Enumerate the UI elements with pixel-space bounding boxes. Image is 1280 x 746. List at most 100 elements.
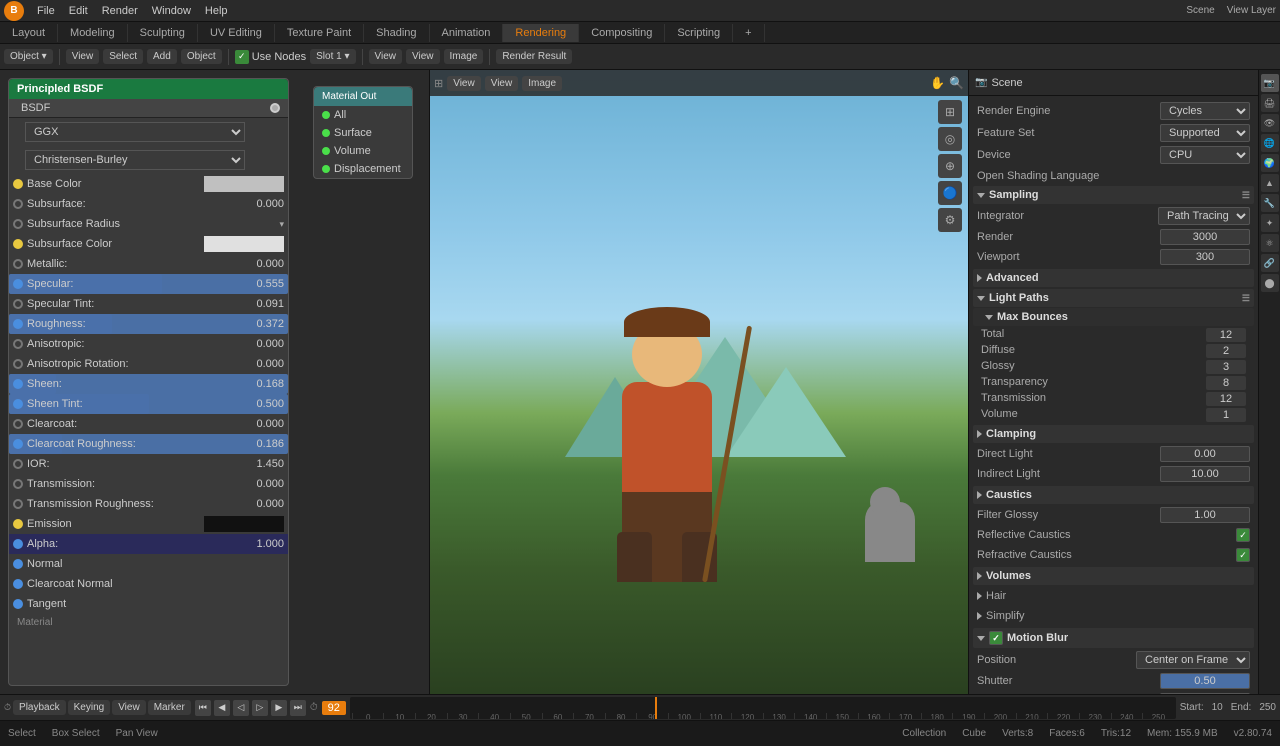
- rolling-shutter-select[interactable]: None: [1160, 693, 1250, 694]
- bounces-volume-value[interactable]: 1: [1206, 408, 1246, 422]
- play-back-btn[interactable]: ◁: [233, 700, 249, 716]
- tab-layout[interactable]: Layout: [0, 24, 58, 42]
- keying-menu[interactable]: Keying: [68, 700, 111, 715]
- render-engine-select[interactable]: Cycles: [1160, 102, 1250, 120]
- bounces-total-value[interactable]: 12: [1206, 328, 1246, 342]
- menu-edit[interactable]: Edit: [62, 3, 95, 19]
- constraint-props-icon-btn[interactable]: 🔗: [1261, 254, 1279, 272]
- viewport-samples-input[interactable]: 300: [1160, 249, 1250, 265]
- output-props-icon-btn[interactable]: 🖨: [1261, 94, 1279, 112]
- distribution-select[interactable]: GGX: [25, 122, 245, 142]
- integrator-select[interactable]: Path Tracing: [1158, 207, 1250, 225]
- refractive-caustics-checkbox[interactable]: ✓: [1236, 548, 1250, 562]
- add-menu[interactable]: Add: [147, 49, 177, 64]
- device-select[interactable]: CPU: [1160, 146, 1250, 164]
- tab-shading[interactable]: Shading: [364, 24, 429, 42]
- overlay-btn-5[interactable]: ⚙: [938, 208, 962, 232]
- slot-select[interactable]: Slot 1 ▾: [310, 49, 355, 64]
- use-nodes-checkbox[interactable]: ✓: [235, 50, 249, 64]
- start-value[interactable]: 10: [1212, 702, 1223, 713]
- bounces-transmission-value[interactable]: 12: [1206, 392, 1246, 406]
- overlay-btn-2[interactable]: ◎: [938, 127, 962, 151]
- scene-selector[interactable]: Scene: [1186, 5, 1214, 16]
- timeline-bar[interactable]: 0 10 20 30 40 50 60 70 80 90 100 110 120…: [350, 697, 1176, 719]
- filter-glossy-input[interactable]: 1.00: [1160, 507, 1250, 523]
- max-bounces-header[interactable]: Max Bounces: [973, 308, 1254, 326]
- tab-rendering[interactable]: Rendering: [503, 24, 579, 42]
- bounces-glossy-value[interactable]: 3: [1206, 360, 1246, 374]
- menu-file[interactable]: File: [30, 3, 62, 19]
- viewport-zoom-icon[interactable]: 🔍: [949, 76, 964, 90]
- clamping-header[interactable]: Clamping: [973, 425, 1254, 443]
- bounces-transparency-value[interactable]: 8: [1206, 376, 1246, 390]
- end-value[interactable]: 250: [1259, 702, 1276, 713]
- render-result-btn[interactable]: Render Result: [496, 49, 572, 64]
- select-menu[interactable]: Select: [103, 49, 143, 64]
- light-paths-menu-icon[interactable]: ☰: [1242, 293, 1250, 304]
- viewport-view2-btn[interactable]: View: [485, 76, 519, 91]
- tab-animation[interactable]: Animation: [430, 24, 504, 42]
- bounces-diffuse-value[interactable]: 2: [1206, 344, 1246, 358]
- viewport-hand-icon[interactable]: ✋: [930, 76, 945, 90]
- motion-blur-header[interactable]: ✓ Motion Blur: [973, 628, 1254, 648]
- sampling-menu-icon[interactable]: ☰: [1242, 190, 1250, 201]
- advanced-header[interactable]: Advanced: [973, 269, 1254, 287]
- view3-menu[interactable]: View: [406, 49, 440, 64]
- base-color-swatch[interactable]: [204, 176, 284, 192]
- menu-window[interactable]: Window: [145, 3, 198, 19]
- tab-uv-editing[interactable]: UV Editing: [198, 24, 275, 42]
- view-props-icon-btn[interactable]: 👁: [1261, 114, 1279, 132]
- use-nodes-toggle[interactable]: ✓ Use Nodes: [235, 50, 306, 64]
- modifier-props-icon-btn[interactable]: 🔧: [1261, 194, 1279, 212]
- jump-to-start-btn[interactable]: ⏮: [195, 700, 211, 716]
- material-props-icon-btn[interactable]: ⬤: [1261, 274, 1279, 292]
- direct-light-input[interactable]: 0.00: [1160, 446, 1250, 462]
- marker-menu[interactable]: Marker: [148, 700, 191, 715]
- viewport-image-btn[interactable]: Image: [522, 76, 562, 91]
- tab-compositing[interactable]: Compositing: [579, 24, 665, 42]
- render-samples-input[interactable]: 3000: [1160, 229, 1250, 245]
- light-paths-header[interactable]: Light Paths ☰: [973, 289, 1254, 307]
- object-menu[interactable]: Object: [181, 49, 222, 64]
- viewport[interactable]: ⊞ View View Image ✋ 🔍 ⊞ ◎ ⊕ 🔵 ⚙: [430, 70, 968, 694]
- world-props-icon-btn[interactable]: 🌍: [1261, 154, 1279, 172]
- object-props-icon-btn[interactable]: ▲: [1261, 174, 1279, 192]
- sampling-header[interactable]: Sampling ☰: [973, 186, 1254, 204]
- particle-props-icon-btn[interactable]: ✦: [1261, 214, 1279, 232]
- tab-modeling[interactable]: Modeling: [58, 24, 128, 42]
- render-props-icon-btn[interactable]: 📷: [1261, 74, 1279, 92]
- reflective-caustics-checkbox[interactable]: ✓: [1236, 528, 1250, 542]
- step-fwd-btn[interactable]: ▶: [271, 700, 287, 716]
- subsurface-color-swatch[interactable]: [204, 236, 284, 252]
- view-menu[interactable]: View: [66, 49, 100, 64]
- step-back-btn[interactable]: ◀: [214, 700, 230, 716]
- view-layer-selector[interactable]: View Layer: [1227, 5, 1276, 16]
- position-select[interactable]: Center on Frame: [1136, 651, 1250, 669]
- viewport-view-btn[interactable]: View: [447, 76, 481, 91]
- tab-texture-paint[interactable]: Texture Paint: [275, 24, 364, 42]
- volumes-header[interactable]: Volumes: [973, 567, 1254, 585]
- scene-props-icon-btn[interactable]: 🌐: [1261, 134, 1279, 152]
- overlay-btn-4[interactable]: 🔵: [938, 181, 962, 205]
- playback-menu[interactable]: Playback: [13, 700, 66, 715]
- overlay-btn-1[interactable]: ⊞: [938, 100, 962, 124]
- jump-to-end-btn[interactable]: ⏭: [290, 700, 306, 716]
- feature-set-select[interactable]: Supported: [1160, 124, 1250, 142]
- indirect-light-input[interactable]: 10.00: [1160, 466, 1250, 482]
- tab-sculpting[interactable]: Sculpting: [128, 24, 198, 42]
- menu-help[interactable]: Help: [198, 3, 235, 19]
- current-frame-display[interactable]: 92: [322, 701, 346, 715]
- menu-render[interactable]: Render: [95, 3, 145, 19]
- mode-button[interactable]: Object ▾: [4, 49, 53, 64]
- overlay-btn-3[interactable]: ⊕: [938, 154, 962, 178]
- tl-view-menu[interactable]: View: [112, 700, 146, 715]
- emission-swatch[interactable]: [204, 516, 284, 532]
- tab-scripting[interactable]: Scripting: [665, 24, 733, 42]
- tab-add[interactable]: +: [733, 24, 764, 42]
- subsurface-method-select[interactable]: Christensen-Burley: [25, 150, 245, 170]
- physics-props-icon-btn[interactable]: ⚛: [1261, 234, 1279, 252]
- motion-blur-checkbox[interactable]: ✓: [989, 631, 1003, 645]
- view2-menu[interactable]: View: [369, 49, 403, 64]
- image-menu[interactable]: Image: [444, 49, 484, 64]
- shutter-input[interactable]: [1160, 673, 1250, 689]
